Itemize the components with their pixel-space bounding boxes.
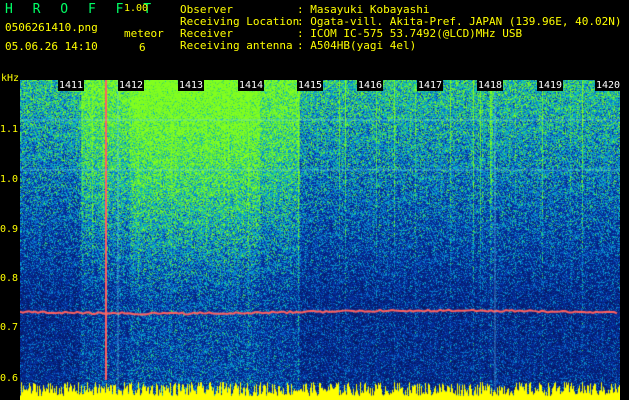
y-tick: 0.7: [0, 322, 19, 333]
x-tick: 1418: [477, 80, 504, 91]
datetime-label: 05.06.26 14:10: [5, 40, 98, 53]
x-tick: 1419: [537, 80, 564, 91]
antenna-label: Receiving antenna: [180, 39, 293, 52]
x-tick: 1412: [118, 80, 145, 91]
meteor-count: 6: [139, 41, 146, 54]
antenna-value: : A504HB(yagi 4el): [297, 39, 417, 52]
y-tick: 1.0: [0, 174, 19, 185]
x-tick: 1411: [58, 80, 85, 91]
x-tick: 1417: [417, 80, 444, 91]
version-label: 1.00: [124, 3, 149, 14]
x-tick: 1414: [238, 80, 265, 91]
y-tick: 0.6: [0, 373, 19, 384]
x-tick: 1420: [595, 80, 622, 91]
spectrogram-plot: [20, 80, 620, 400]
y-tick: 0.8: [0, 273, 19, 284]
x-tick: 1413: [178, 80, 205, 91]
meteor-label: meteor: [124, 27, 164, 40]
y-tick: 0.9: [0, 224, 19, 235]
x-tick: 1415: [297, 80, 324, 91]
filename-label: 0506261410.png: [5, 21, 98, 34]
y-axis-unit: kHz: [1, 73, 20, 84]
x-tick: 1416: [357, 80, 384, 91]
y-tick: 1.1: [0, 124, 19, 135]
